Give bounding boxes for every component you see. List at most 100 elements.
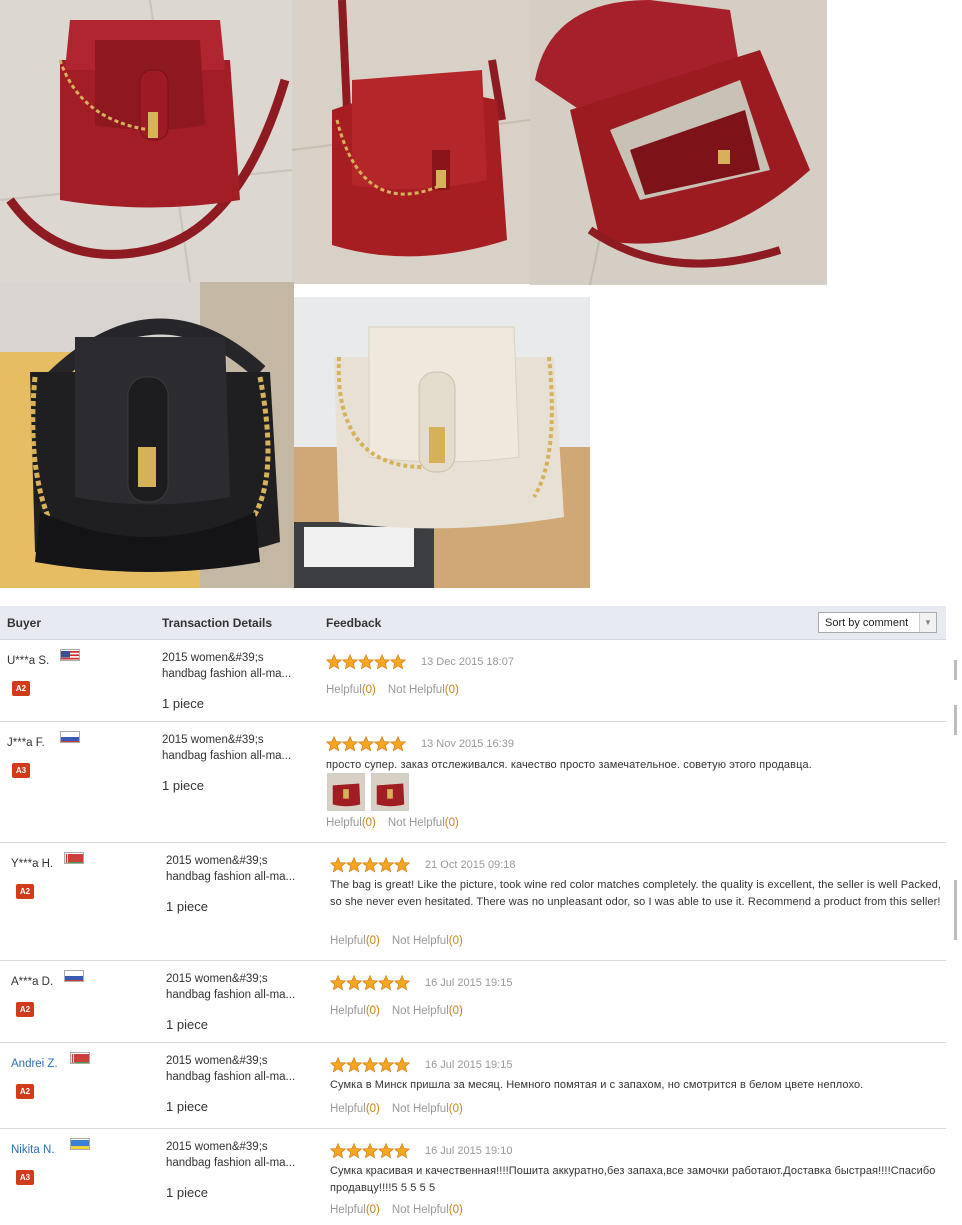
buyer-name: A***a D. xyxy=(11,976,54,988)
star-icon xyxy=(357,653,375,670)
buyer-level-badge: A2 xyxy=(16,1084,34,1099)
helpful-votes: Helpful(0) Not Helpful(0) xyxy=(330,1103,463,1115)
quantity: 1 piece xyxy=(166,1185,208,1200)
product-link[interactable]: 2015 women&#39;s handbag fashion all-ma.… xyxy=(166,1053,311,1085)
not-helpful-count: (0) xyxy=(444,684,459,696)
scrollbar-marker[interactable] xyxy=(954,705,957,735)
star-icon xyxy=(377,974,395,991)
helpful-votes: Helpful(0) Not Helpful(0) xyxy=(326,684,459,696)
feedback-text: Сумка в Минск пришла за месяц. Немного п… xyxy=(330,1079,864,1091)
white-bag-photo xyxy=(294,297,590,588)
flag-icon xyxy=(70,1052,91,1064)
not-helpful-count: (0) xyxy=(444,817,459,829)
rating-stars xyxy=(329,856,411,873)
star-icon xyxy=(329,974,347,991)
star-icon xyxy=(389,653,407,670)
star-icon xyxy=(393,856,411,873)
feedback-date: 16 Jul 2015 19:15 xyxy=(425,977,513,989)
transaction-column-header: Transaction Details xyxy=(162,616,273,630)
scrollbar-marker[interactable] xyxy=(954,660,957,680)
helpful-button[interactable]: Helpful xyxy=(330,1005,366,1017)
feedback-date: 13 Nov 2015 16:39 xyxy=(421,738,514,750)
product-link[interactable]: 2015 women&#39;s handbag fashion all-ma.… xyxy=(166,971,311,1003)
feedback-text: The bag is great! Like the picture, took… xyxy=(330,879,942,908)
feedback-date: 16 Jul 2015 19:10 xyxy=(425,1145,513,1157)
helpful-button[interactable]: Helpful xyxy=(330,1103,366,1115)
feedback-table-header: Buyer Transaction Details Feedback Sort … xyxy=(0,606,946,640)
buyer-level-badge: A3 xyxy=(16,1170,34,1185)
star-icon xyxy=(341,653,359,670)
rating-stars xyxy=(325,735,407,752)
star-icon xyxy=(329,1142,347,1159)
not-helpful-count: (0) xyxy=(448,1005,463,1017)
star-icon xyxy=(393,974,411,991)
helpful-votes: Helpful(0) Not Helpful(0) xyxy=(330,935,463,947)
buyer-name[interactable]: Nikita N. xyxy=(11,1144,54,1156)
product-link[interactable]: 2015 women&#39;s handbag fashion all-ma.… xyxy=(162,650,307,682)
not-helpful-button[interactable]: Not Helpful xyxy=(392,1103,449,1115)
star-icon xyxy=(325,735,343,752)
flag-icon xyxy=(60,649,81,661)
scrollbar-marker[interactable] xyxy=(954,880,957,940)
feedback-row xyxy=(0,961,946,1043)
not-helpful-button[interactable]: Not Helpful xyxy=(392,1204,449,1216)
not-helpful-button[interactable]: Not Helpful xyxy=(388,684,445,696)
helpful-button[interactable]: Helpful xyxy=(326,684,362,696)
helpful-count: (0) xyxy=(365,1204,380,1216)
buyer-level-badge: A2 xyxy=(16,884,34,899)
not-helpful-button[interactable]: Not Helpful xyxy=(388,817,445,829)
quantity: 1 piece xyxy=(162,696,204,711)
feedback-column-header: Feedback xyxy=(326,616,382,630)
helpful-button[interactable]: Helpful xyxy=(330,935,366,947)
star-icon xyxy=(361,856,379,873)
feedback-date: 13 Dec 2015 18:07 xyxy=(421,656,514,668)
not-helpful-count: (0) xyxy=(448,1103,463,1115)
helpful-count: (0) xyxy=(365,935,380,947)
black-bag-photo xyxy=(0,282,294,588)
star-icon xyxy=(329,1056,347,1073)
helpful-count: (0) xyxy=(361,817,376,829)
helpful-count: (0) xyxy=(365,1103,380,1115)
feedback-photo-thumbnail[interactable] xyxy=(371,773,409,811)
buyer-name: U***a S. xyxy=(7,655,50,667)
feedback-date: 21 Oct 2015 09:18 xyxy=(425,859,516,871)
flag-icon xyxy=(60,731,81,743)
not-helpful-count: (0) xyxy=(448,935,463,947)
star-icon xyxy=(393,1142,411,1159)
buyer-level-badge: A2 xyxy=(12,681,30,696)
sort-select[interactable]: Sort by comment ▼ xyxy=(818,612,937,633)
product-link[interactable]: 2015 women&#39;s handbag fashion all-ma.… xyxy=(166,853,311,885)
star-icon xyxy=(377,1056,395,1073)
rating-stars xyxy=(325,653,407,670)
buyer-level-badge: A3 xyxy=(12,763,30,778)
star-icon xyxy=(345,1056,363,1073)
rating-stars xyxy=(329,974,411,991)
product-link[interactable]: 2015 women&#39;s handbag fashion all-ma.… xyxy=(166,1139,311,1171)
star-icon xyxy=(345,856,363,873)
helpful-button[interactable]: Helpful xyxy=(326,817,362,829)
helpful-button[interactable]: Helpful xyxy=(330,1204,366,1216)
quantity: 1 piece xyxy=(166,1099,208,1114)
not-helpful-count: (0) xyxy=(448,1204,463,1216)
buyer-name[interactable]: Andrei Z. xyxy=(11,1058,58,1070)
flag-icon xyxy=(70,1138,91,1150)
star-icon xyxy=(329,856,347,873)
red-bag-side-photo xyxy=(292,0,530,284)
star-icon xyxy=(361,1056,379,1073)
feedback-photo-thumbnail[interactable] xyxy=(327,773,365,811)
star-icon xyxy=(357,735,375,752)
star-icon xyxy=(361,1142,379,1159)
quantity: 1 piece xyxy=(162,778,204,793)
sort-select-value: Sort by comment xyxy=(825,617,909,629)
not-helpful-button[interactable]: Not Helpful xyxy=(392,935,449,947)
flag-icon xyxy=(64,852,85,864)
helpful-count: (0) xyxy=(365,1005,380,1017)
not-helpful-button[interactable]: Not Helpful xyxy=(392,1005,449,1017)
helpful-votes: Helpful(0) Not Helpful(0) xyxy=(330,1204,463,1216)
helpful-votes: Helpful(0) Not Helpful(0) xyxy=(330,1005,463,1017)
buyer-column-header: Buyer xyxy=(7,616,42,630)
product-link[interactable]: 2015 women&#39;s handbag fashion all-ma.… xyxy=(162,732,307,764)
red-bag-open-photo xyxy=(530,0,827,285)
buyer-level-badge: A2 xyxy=(16,1002,34,1017)
star-icon xyxy=(325,653,343,670)
